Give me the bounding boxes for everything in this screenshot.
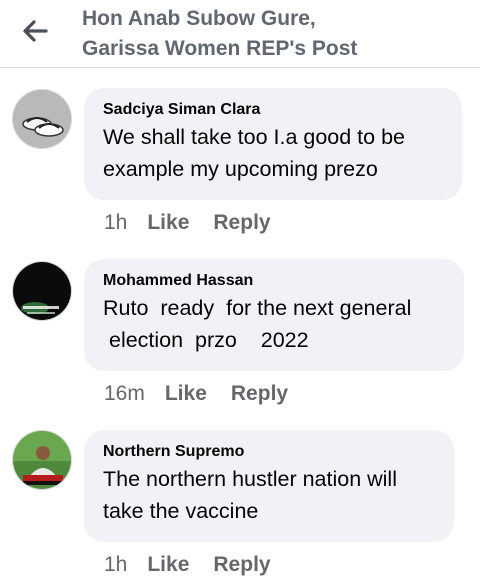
like-button[interactable]: Like (165, 382, 207, 406)
comment-text: We shall take too I.a good to be example… (103, 125, 405, 181)
page-title: Hon Anab Subow Gure, Garissa Women REP's… (82, 4, 357, 64)
comment-author[interactable]: Mohammed Hassan (103, 270, 444, 292)
comment-time: 1h (104, 553, 128, 576)
like-button[interactable]: Like (147, 211, 189, 235)
avatar-dark-image (13, 262, 71, 320)
back-button[interactable] (18, 14, 52, 48)
comment-bubble: Mohammed Hassan Ruto ready for the next … (84, 259, 464, 371)
avatar-shoes-image (13, 90, 71, 148)
comment-text: The northern hustler nation will take th… (103, 467, 397, 523)
avatar[interactable] (12, 430, 72, 490)
reply-button[interactable]: Reply (213, 211, 270, 235)
avatar[interactable] (12, 261, 72, 321)
comment-bubble: Sadciya Siman Clara We shall take too I.… (84, 88, 462, 200)
page-title-line1: Hon Anab Subow Gure, (82, 7, 316, 30)
page-title-line2: Garissa Women REP's Post (82, 37, 358, 60)
reply-button[interactable]: Reply (213, 553, 270, 577)
post-header: Hon Anab Subow Gure, Garissa Women REP's… (0, 0, 480, 68)
comment-bubble: Northern Supremo The northern hustler na… (84, 430, 454, 542)
reply-button[interactable]: Reply (231, 382, 288, 406)
avatar-person-image (13, 431, 71, 489)
arrow-left-icon (23, 20, 48, 42)
comment-actions: 1h Like Reply (104, 211, 271, 235)
comment-actions: 16m Like Reply (104, 382, 288, 406)
comment-time: 16m (104, 382, 145, 405)
avatar[interactable] (12, 89, 72, 149)
comment-author[interactable]: Northern Supremo (103, 441, 434, 463)
comment-author[interactable]: Sadciya Siman Clara (103, 99, 442, 121)
like-button[interactable]: Like (147, 553, 189, 577)
comment-actions: 1h Like Reply (104, 553, 271, 577)
comment-text: Ruto ready for the next general election… (103, 296, 412, 352)
comment-time: 1h (104, 211, 128, 234)
